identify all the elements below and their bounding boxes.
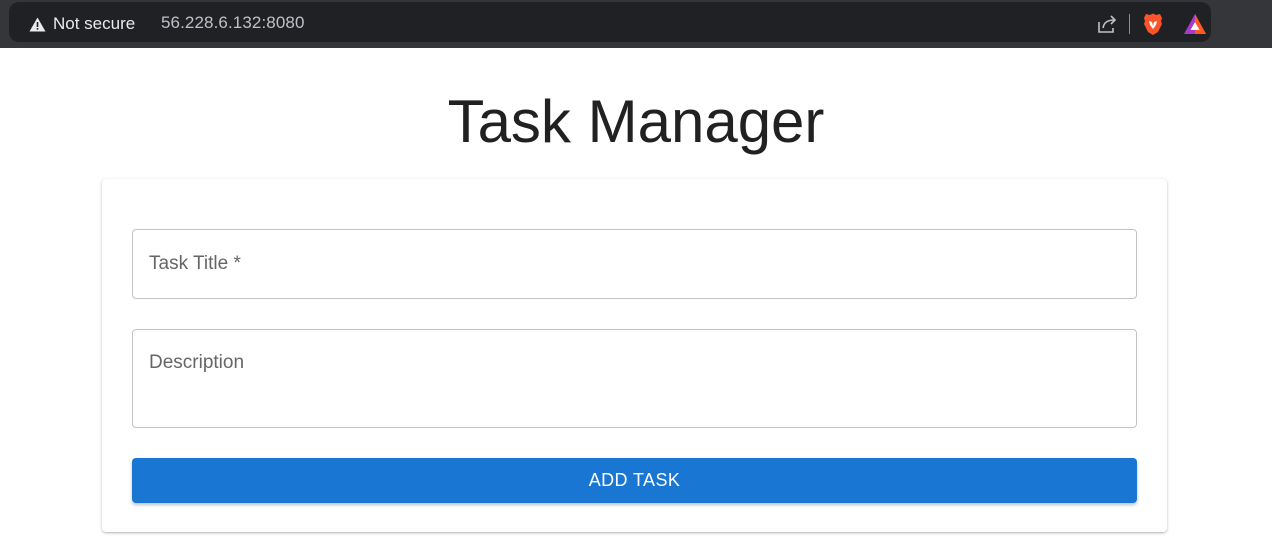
description-input[interactable] bbox=[132, 329, 1137, 428]
task-title-input[interactable] bbox=[132, 229, 1137, 299]
warning-icon bbox=[29, 17, 46, 31]
brave-shield-icon[interactable] bbox=[1142, 12, 1164, 36]
share-icon[interactable] bbox=[1096, 13, 1118, 35]
toolbar-divider bbox=[1129, 14, 1130, 34]
address-bar[interactable]: Not secure 56.228.6.132:8080 bbox=[9, 2, 1211, 42]
add-task-button[interactable]: ADD TASK bbox=[132, 458, 1137, 503]
browser-toolbar: Not secure 56.228.6.132:8080 bbox=[0, 0, 1272, 48]
task-form-card: ADD TASK bbox=[102, 179, 1167, 532]
brave-rewards-icon[interactable] bbox=[1183, 13, 1207, 35]
page-title: Task Manager bbox=[447, 88, 825, 155]
security-label: Not secure bbox=[53, 14, 136, 33]
url-text[interactable]: 56.228.6.132:8080 bbox=[161, 13, 305, 33]
security-indicator[interactable]: Not secure bbox=[29, 14, 135, 34]
